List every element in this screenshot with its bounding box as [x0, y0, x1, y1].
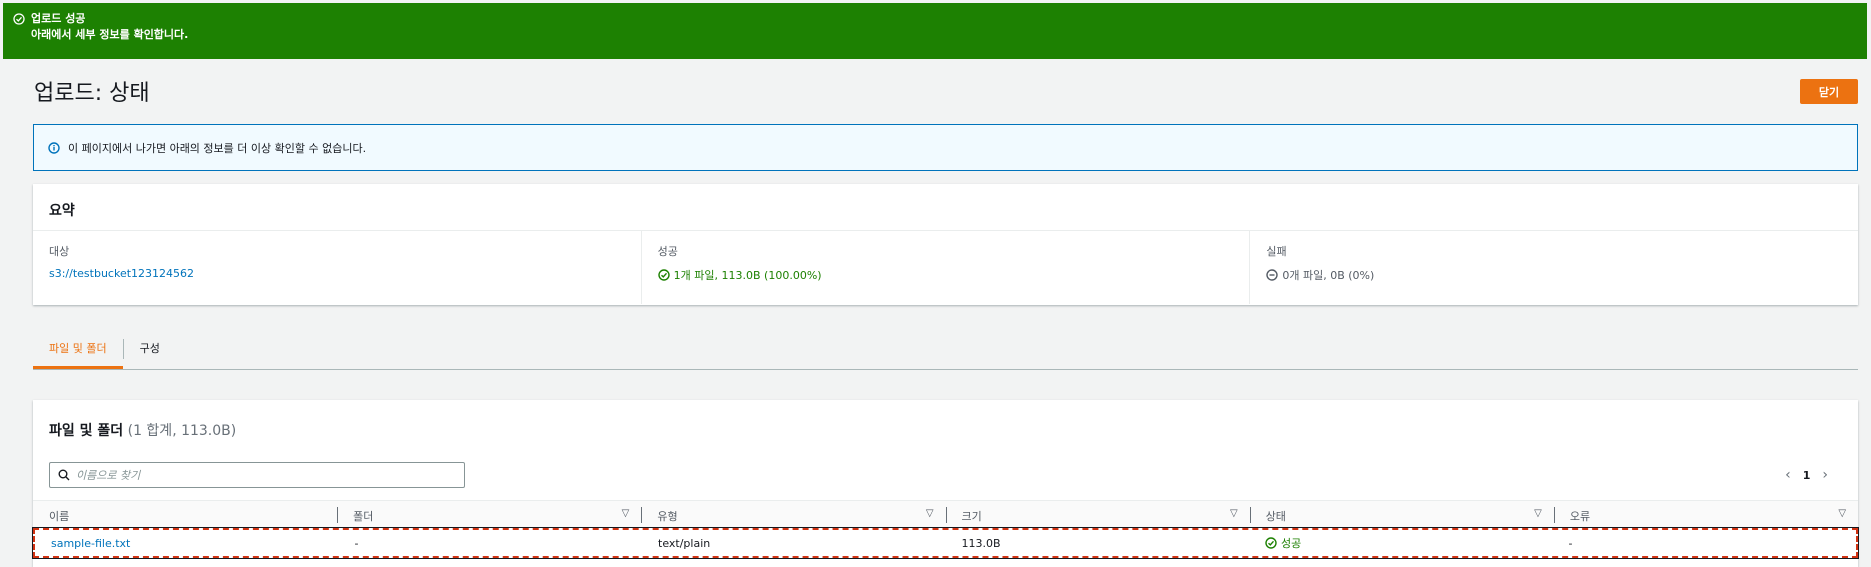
success-label: 성공 [657, 245, 678, 258]
column-header-type[interactable]: 유형 ▽ [641, 501, 945, 527]
chevron-left-icon[interactable]: ‹ [1785, 467, 1791, 483]
info-icon [48, 141, 60, 154]
check-circle-icon [13, 13, 25, 25]
sort-icon[interactable]: ▽ [1838, 508, 1846, 520]
close-button[interactable]: 닫기 [1800, 79, 1858, 104]
column-header-folder[interactable]: 폴더 ▽ [337, 501, 641, 527]
sort-icon[interactable]: ▽ [622, 508, 630, 520]
column-label: 상태 [1265, 510, 1286, 523]
files-panel: 파일 및 폴더 (1 합계, 113.0B) ‹ 1 › 이름 폴더 ▽ 유형 … [32, 400, 1859, 567]
success-flash-banner: 업로드 성공 아래에서 세부 정보를 확인합니다. [3, 3, 1867, 59]
failed-label: 실패 [1266, 245, 1287, 258]
file-status-text: 성공 [1281, 537, 1302, 550]
search-input[interactable] [76, 468, 456, 482]
files-count: (1 합계, 113.0B) [127, 423, 237, 439]
chevron-right-icon[interactable]: › [1822, 467, 1828, 483]
column-label: 유형 [657, 510, 678, 523]
summary-destination: 대상 s3://testbucket123124562 [33, 231, 641, 304]
search-icon [58, 469, 70, 481]
column-label: 오류 [1569, 510, 1591, 523]
failed-value: 0개 파일, 0B (0%) [1282, 269, 1375, 282]
sort-icon[interactable]: ▽ [926, 508, 934, 520]
tab-bar: 파일 및 폴더 구성 [33, 328, 1858, 370]
page-title: 업로드: 상태 [34, 81, 150, 106]
page-number[interactable]: 1 [1803, 469, 1811, 482]
success-icon [657, 269, 670, 281]
destination-link[interactable]: s3://testbucket123124562 [49, 267, 194, 280]
table-header: 이름 폴더 ▽ 유형 ▽ 크기 ▽ 상태 ▽ 오류 ▽ [33, 500, 1858, 528]
column-header-error[interactable]: 오류 ▽ [1553, 501, 1858, 527]
column-label: 크기 [961, 510, 982, 523]
flash-title: 업로드 성공 [31, 12, 86, 25]
pagination: ‹ 1 › [1785, 467, 1828, 483]
file-error: - [1568, 536, 1573, 550]
info-alert: 이 페이지에서 나가면 아래의 정보를 더 이상 확인할 수 없습니다. [33, 124, 1858, 171]
summary-panel: 요약 대상 s3://testbucket123124562 성공 1개 파일,… [33, 184, 1858, 305]
files-table: 이름 폴더 ▽ 유형 ▽ 크기 ▽ 상태 ▽ 오류 ▽ sample-file.… [32, 500, 1859, 559]
file-status: 성공 [1249, 535, 1553, 551]
file-name-link[interactable]: sample-file.txt [35, 537, 339, 550]
file-folder: - [354, 536, 359, 550]
success-icon [1265, 537, 1277, 549]
summary-success: 성공 1개 파일, 113.0B (100.00%) [640, 231, 1250, 304]
tab-files-and-folders[interactable]: 파일 및 폴더 [33, 328, 123, 369]
file-type: text/plain [658, 536, 711, 550]
column-header-status[interactable]: 상태 ▽ [1249, 501, 1554, 527]
column-header-size[interactable]: 크기 ▽ [945, 501, 1250, 527]
column-label: 폴더 [353, 510, 374, 523]
destination-label: 대상 [49, 245, 70, 258]
files-header: 파일 및 폴더 (1 합계, 113.0B) [33, 400, 1858, 440]
success-value: 1개 파일, 113.0B (100.00%) [673, 269, 822, 282]
tab-configuration[interactable]: 구성 [124, 328, 176, 369]
sort-icon[interactable]: ▽ [1230, 508, 1238, 520]
info-alert-text: 이 페이지에서 나가면 아래의 정보를 더 이상 확인할 수 없습니다. [68, 141, 367, 155]
table-row[interactable]: sample-file.txt - text/plain 113.0B 성공 - [32, 527, 1859, 559]
file-size: 113.0B [961, 536, 1001, 550]
summary-failed: 실패 0개 파일, 0B (0%) [1249, 231, 1858, 304]
summary-header: 요약 [33, 184, 1858, 231]
sort-icon[interactable]: ▽ [1534, 508, 1542, 520]
column-header-name[interactable]: 이름 [33, 501, 337, 527]
flash-description: 아래에서 세부 정보를 확인합니다. [31, 28, 189, 41]
files-title: 파일 및 폴더 [49, 423, 124, 439]
column-label: 이름 [49, 510, 70, 523]
search-input-wrapper[interactable] [49, 462, 465, 488]
minus-circle-icon [1266, 269, 1279, 281]
